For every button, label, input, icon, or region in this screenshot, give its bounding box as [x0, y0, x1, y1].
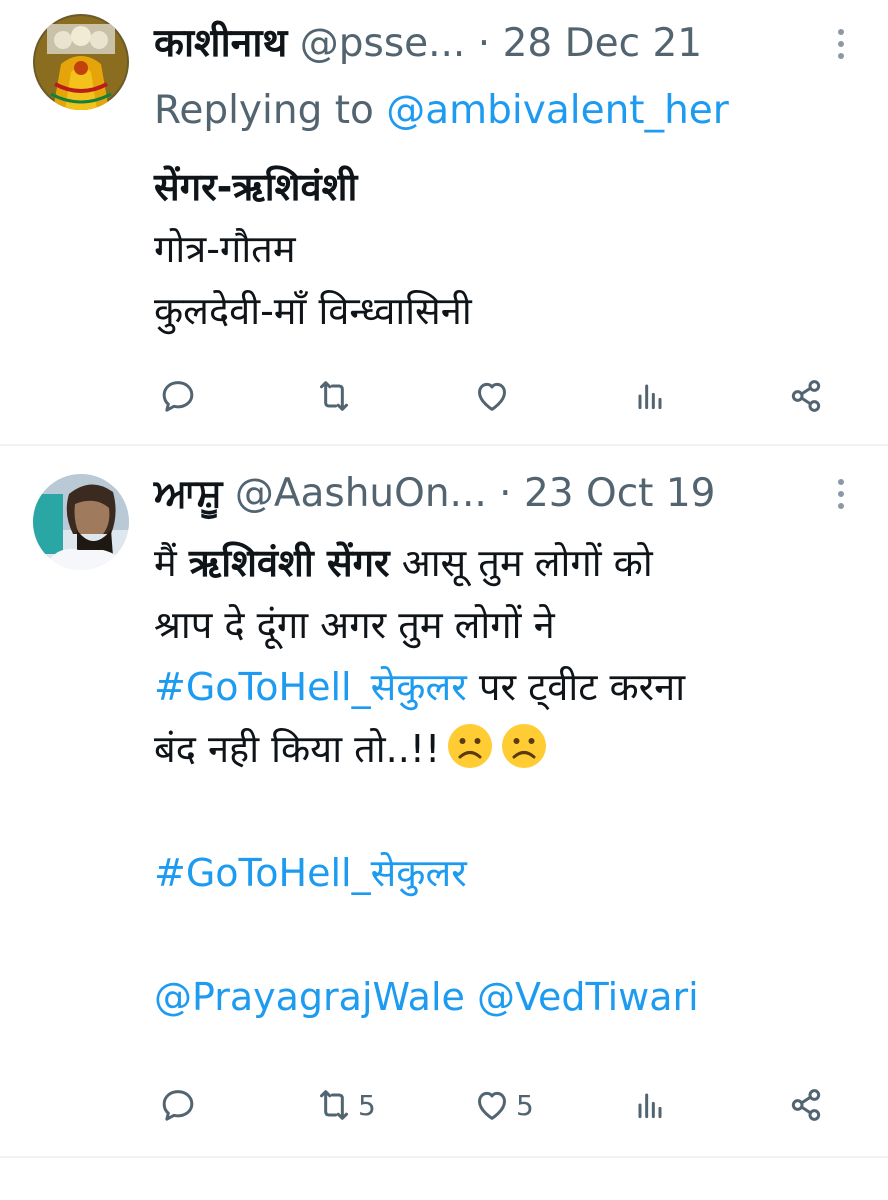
views-button[interactable] [630, 371, 674, 421]
user-handle[interactable]: @AashuOn... [235, 471, 487, 516]
like-count: 5 [516, 1088, 534, 1122]
bearded-man-avatar-icon [33, 474, 129, 570]
replying-to-mention[interactable]: @ambivalent_her [386, 88, 729, 133]
frowning-face-emoji-icon [448, 724, 493, 768]
tweet-header: ਆਸ਼ੂ @AashuOn... · 23 Oct 19 [154, 470, 798, 518]
tweet-line: बंद नही किया तो..!! [154, 727, 441, 771]
tweet-header: काशीनाथ @psse... · 28 Dec 21 [154, 20, 798, 68]
retweet-button[interactable] [314, 371, 358, 421]
mention-link[interactable]: @VedTiwari [477, 975, 699, 1019]
more-options-icon[interactable] [832, 470, 850, 518]
display-name[interactable]: ਆਸ਼ੂ [154, 471, 222, 516]
tweet-title: सेंगर-ऋशिवंशी [154, 165, 358, 209]
tweet-text-part: आसू तुम लोगों को [401, 541, 653, 585]
share-icon [791, 1089, 821, 1121]
tweet-bold-text: ऋशिवंशी सेंगर [188, 541, 390, 585]
reply-button[interactable] [158, 371, 202, 421]
share-button[interactable] [786, 1080, 830, 1130]
tweet-2[interactable]: ਆਸ਼ੂ @AashuOn... · 23 Oct 19 मैं ऋशिवंशी… [0, 446, 888, 1156]
tweet-actions: 5 5 [154, 1080, 844, 1130]
tweet-1[interactable]: काशीनाथ @psse... · 28 Dec 21 Replying to… [0, 0, 888, 444]
analytics-icon [638, 384, 662, 410]
tweet-text-part: पर ट्वीट करना [478, 665, 686, 709]
reply-icon [162, 381, 194, 412]
hashtag-link[interactable]: #GoToHell_सेकुलर [154, 665, 467, 709]
reply-button[interactable] [158, 1080, 202, 1130]
display-name[interactable]: काशीनाथ [154, 21, 287, 66]
replying-prefix: Replying to [154, 88, 374, 133]
analytics-icon [638, 1093, 662, 1119]
deity-idol-avatar-icon [33, 14, 129, 110]
tweet-text-part: मैं [154, 541, 177, 585]
separator-dot: · [477, 21, 491, 66]
mention-link[interactable]: @PrayagrajWale [154, 975, 465, 1019]
frowning-face-emoji-icon [502, 724, 547, 768]
views-button[interactable] [630, 1080, 674, 1130]
user-handle[interactable]: @psse... [300, 21, 466, 66]
replying-to: Replying to @ambivalent_her [154, 87, 729, 135]
avatar[interactable] [33, 14, 129, 110]
retweet-icon [320, 1090, 348, 1120]
heart-icon [478, 382, 506, 411]
hashtag-link[interactable]: #GoToHell_सेकुलर [154, 851, 467, 895]
retweet-button[interactable]: 5 [314, 1080, 376, 1130]
like-button[interactable] [472, 371, 516, 421]
separator-dot: · [499, 471, 512, 516]
reply-icon [162, 1090, 194, 1121]
heart-icon [478, 1091, 506, 1120]
share-icon [791, 380, 821, 412]
tweet-text: मैं ऋशिवंशी सेंगर आसू तुम लोगों को श्राप… [154, 532, 858, 1028]
tweet-line: श्राप दे दूंगा अगर तुम लोगों ने [154, 603, 555, 647]
tweet-date[interactable]: 28 Dec 21 [503, 21, 703, 66]
retweet-icon [320, 381, 348, 411]
tweet-divider [0, 1156, 888, 1158]
share-button[interactable] [786, 371, 830, 421]
retweet-count: 5 [358, 1088, 376, 1122]
tweet-actions [154, 371, 844, 421]
like-button[interactable]: 5 [472, 1080, 534, 1130]
tweet-text: सेंगर-ऋशिवंशी गोत्र-गौतम कुलदेवी-माँ विन… [154, 156, 858, 342]
tweet-date[interactable]: 23 Oct 19 [524, 471, 715, 516]
tweet-line: कुलदेवी-माँ विन्ध्वासिनी [154, 289, 472, 333]
avatar[interactable] [33, 474, 129, 570]
more-options-icon[interactable] [832, 20, 850, 68]
tweet-line: गोत्र-गौतम [154, 227, 296, 271]
